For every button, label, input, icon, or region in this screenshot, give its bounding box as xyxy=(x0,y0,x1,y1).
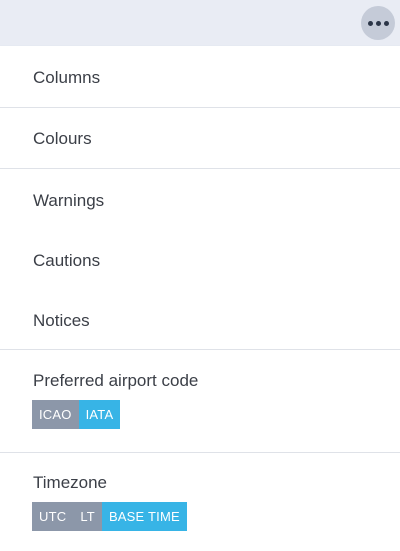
top-bar xyxy=(0,0,400,46)
menu-item-label: Colours xyxy=(33,129,92,148)
menu-item-label: Notices xyxy=(33,311,90,330)
preferred-airport-code-setting: Preferred airport code ICAO IATA xyxy=(0,350,400,452)
menu-item-colours[interactable]: Colours xyxy=(0,108,400,168)
base-time-option[interactable]: BASE TIME xyxy=(101,502,187,531)
timezone-toggle: UTC LT BASE TIME xyxy=(32,502,187,531)
menu-item-label: Cautions xyxy=(33,251,101,270)
lt-option[interactable]: LT xyxy=(73,502,102,531)
setting-label: Preferred airport code xyxy=(33,371,199,390)
timezone-setting: Timezone UTC LT BASE TIME xyxy=(0,453,400,551)
menu-item-label: Warnings xyxy=(33,191,105,210)
menu-item-columns[interactable]: Columns xyxy=(0,46,400,107)
menu-item-warnings[interactable]: Warnings xyxy=(0,169,400,229)
icao-option[interactable]: ICAO xyxy=(32,400,79,429)
more-horizontal-icon xyxy=(367,20,389,26)
settings-menu: Columns Colours Warnings Cautions Notice… xyxy=(0,46,400,551)
iata-option[interactable]: IATA xyxy=(78,400,121,429)
menu-item-notices[interactable]: Notices xyxy=(0,289,400,349)
airport-code-toggle: ICAO IATA xyxy=(32,400,121,429)
menu-item-label: Columns xyxy=(33,68,101,87)
utc-option[interactable]: UTC xyxy=(32,502,74,531)
menu-item-cautions[interactable]: Cautions xyxy=(0,229,400,289)
setting-label: Timezone xyxy=(33,473,108,492)
more-options-button[interactable] xyxy=(361,6,395,40)
